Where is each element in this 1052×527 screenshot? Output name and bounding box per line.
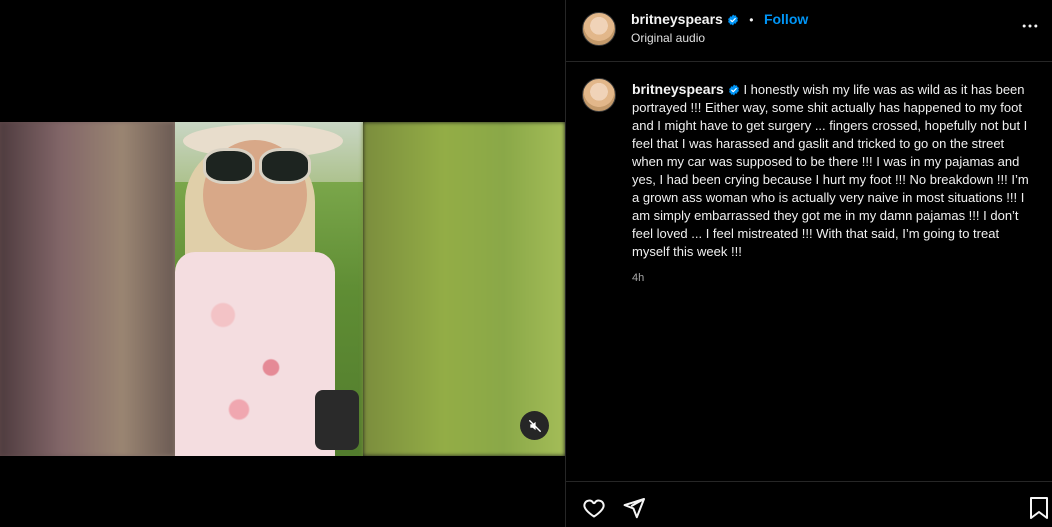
caption-avatar[interactable] <box>582 78 616 112</box>
video-player[interactable] <box>0 122 565 456</box>
post-timestamp[interactable]: 4h <box>632 269 1032 287</box>
muted-speaker-icon <box>528 419 541 432</box>
more-options-icon[interactable] <box>1020 16 1040 36</box>
video-blur-left <box>0 122 175 456</box>
action-bar <box>566 481 1052 527</box>
paper-plane-icon[interactable] <box>622 496 646 520</box>
verified-badge-icon <box>727 14 738 26</box>
audio-label[interactable]: Original audio <box>631 31 705 45</box>
avatar[interactable] <box>582 12 616 46</box>
bookmark-icon[interactable] <box>1029 496 1049 520</box>
mute-button[interactable] <box>520 411 549 440</box>
video-frame-image <box>175 122 363 456</box>
post-header: britneyspears • Follow Original audio <box>566 0 1052 62</box>
post-media <box>0 0 565 527</box>
caption-username[interactable]: britneyspears <box>632 81 724 97</box>
video-blur-right <box>363 122 565 456</box>
follow-button[interactable]: Follow <box>764 11 808 27</box>
separator-dot: • <box>749 13 754 27</box>
verified-badge-icon <box>728 84 739 96</box>
header-user-row: britneyspears • Follow <box>631 11 808 29</box>
caption-text: I honestly wish my life was as wild as i… <box>632 82 1029 259</box>
username-link[interactable]: britneyspears <box>631 11 723 27</box>
heart-icon[interactable] <box>582 496 606 520</box>
caption: britneyspears I honestly wish my life wa… <box>632 80 1032 287</box>
post-details-panel: britneyspears • Follow Original audio br… <box>565 0 1052 527</box>
